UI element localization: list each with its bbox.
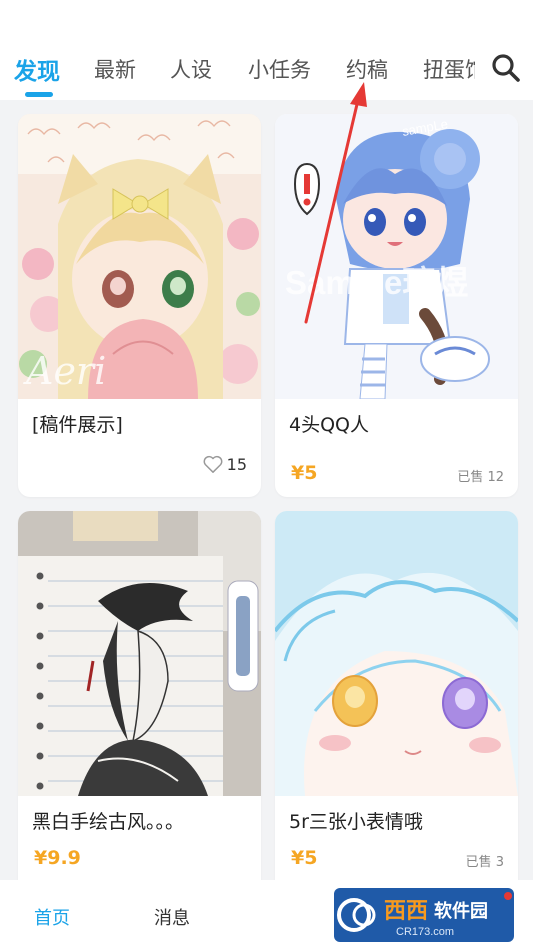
tab-characters[interactable]: 人设 bbox=[170, 54, 212, 84]
like-count: 15 bbox=[226, 454, 247, 474]
top-tab-bar: 发现 最新 人设 小任务 约稿 扭蛋馆 bbox=[0, 0, 533, 100]
card-sold-count: 已售 12 bbox=[457, 470, 504, 485]
artwork-thumbnail: Sample璃煜 sampLe bbox=[275, 114, 518, 399]
tab-gacha-clip: 扭蛋馆 bbox=[423, 50, 475, 86]
artwork-thumbnail: Aeri bbox=[18, 114, 261, 399]
watermark-brand: 西西 bbox=[384, 899, 428, 924]
tab-discover[interactable]: 发现 bbox=[14, 52, 60, 86]
tab-latest[interactable]: 最新 bbox=[94, 54, 136, 84]
artwork-grid: Aeri [稿件展示] 15 Sample璃煜 sampLe 4头QQ人 ¥5 … bbox=[0, 100, 533, 880]
artwork-watermark-text: Sample璃煜 bbox=[285, 264, 468, 301]
artwork-card[interactable]: 5r三张小表情哦 ¥5 已售 3 bbox=[275, 511, 518, 880]
nav-messages[interactable]: 消息 bbox=[154, 904, 190, 930]
artwork-watermark-text: Aeri bbox=[23, 349, 106, 393]
heart-outline-icon bbox=[203, 455, 223, 473]
card-price: ¥5 bbox=[291, 462, 318, 484]
watermark-url: CR173.com bbox=[396, 926, 454, 938]
card-title: [稿件展示] bbox=[32, 414, 123, 436]
tab-gacha[interactable]: 扭蛋馆 bbox=[423, 54, 475, 84]
card-price: ¥9.9 bbox=[34, 847, 81, 869]
tab-small-tasks[interactable]: 小任务 bbox=[248, 54, 311, 84]
artwork-card[interactable]: Sample璃煜 sampLe 4头QQ人 ¥5 已售 12 bbox=[275, 114, 518, 497]
card-title: 5r三张小表情哦 bbox=[289, 811, 423, 833]
artwork-card[interactable]: 黑白手绘古风。。。 ¥9.9 bbox=[18, 511, 261, 880]
like-button[interactable]: 15 bbox=[202, 454, 247, 474]
card-sold-count: 已售 3 bbox=[465, 855, 504, 870]
artwork-thumbnail bbox=[18, 511, 261, 796]
watermark-label: 软件园 bbox=[434, 900, 488, 922]
site-watermark-logo: 西西 软件园 CR173.com bbox=[334, 888, 514, 942]
artwork-thumbnail bbox=[275, 511, 518, 796]
nav-home[interactable]: 首页 bbox=[34, 904, 70, 930]
card-title: 4头QQ人 bbox=[289, 414, 369, 436]
card-title: 黑白手绘古风。。。 bbox=[32, 811, 185, 833]
search-icon[interactable] bbox=[490, 52, 522, 84]
active-tab-indicator bbox=[25, 92, 53, 97]
card-price: ¥5 bbox=[291, 847, 318, 869]
tab-commissions[interactable]: 约稿 bbox=[346, 54, 388, 84]
artwork-card[interactable]: Aeri [稿件展示] 15 bbox=[18, 114, 261, 497]
